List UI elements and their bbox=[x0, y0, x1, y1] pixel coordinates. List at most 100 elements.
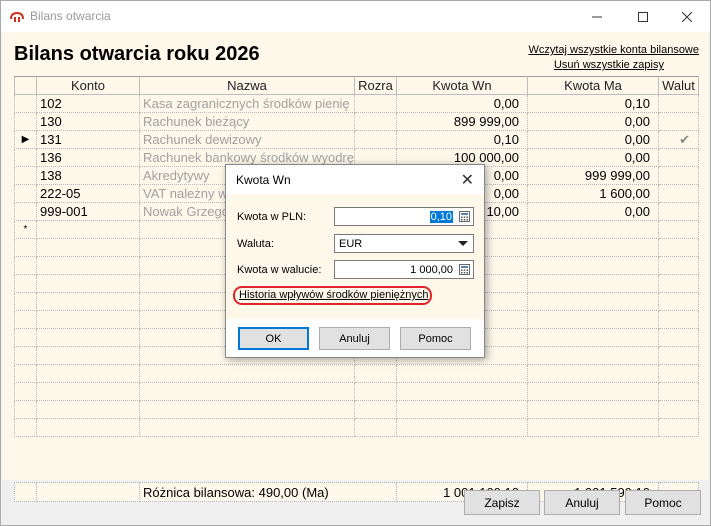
help-button[interactable]: Pomoc bbox=[625, 490, 701, 515]
kwota-ma-cell[interactable]: 0,00 bbox=[527, 130, 659, 149]
dialog-help-button[interactable]: Pomoc bbox=[400, 327, 471, 350]
kwota-ma-cell[interactable]: 0,00 bbox=[527, 112, 659, 131]
kwota-wn-cell[interactable] bbox=[396, 364, 528, 383]
konto-cell[interactable] bbox=[36, 256, 140, 275]
delete-all-entries-link[interactable]: Usuń wszystkie zapisy bbox=[554, 59, 664, 71]
title-bar[interactable]: Bilans otwarcia bbox=[1, 1, 710, 32]
konto-cell[interactable] bbox=[36, 238, 140, 257]
kwota-ma-cell[interactable]: 999 999,00 bbox=[527, 166, 659, 185]
nazwa-cell[interactable]: Rachunek bieżący bbox=[139, 112, 355, 131]
rozra-cell[interactable] bbox=[354, 112, 397, 131]
table-row[interactable]: 130 Rachunek bieżący 899 999,00 0,00 bbox=[14, 112, 699, 131]
header-konto[interactable]: Konto bbox=[36, 76, 140, 95]
kwota-ma-cell[interactable] bbox=[527, 220, 659, 239]
rozra-cell[interactable] bbox=[354, 382, 397, 401]
kwota-ma-cell[interactable] bbox=[527, 400, 659, 419]
save-button[interactable]: Zapisz bbox=[464, 490, 540, 515]
rozra-cell[interactable] bbox=[354, 130, 397, 149]
konto-cell[interactable] bbox=[36, 400, 140, 419]
walut-cell[interactable] bbox=[658, 400, 699, 419]
kwota-ma-cell[interactable] bbox=[527, 364, 659, 383]
table-row[interactable]: ▶ 131 Rachunek dewizowy 0,10 0,00 ✔ bbox=[14, 130, 699, 149]
empty-table-row[interactable] bbox=[14, 418, 699, 437]
kwota-ma-cell[interactable] bbox=[527, 418, 659, 437]
pln-amount-input[interactable]: 0,10 bbox=[334, 207, 474, 226]
cash-inflow-history-link[interactable]: Historia wpływów środków pieniężnych bbox=[239, 289, 429, 301]
konto-cell[interactable]: 999-001 bbox=[36, 202, 140, 221]
walut-cell[interactable]: ✔ bbox=[658, 130, 699, 149]
kwota-ma-cell[interactable] bbox=[527, 346, 659, 365]
kwota-ma-cell[interactable]: 0,00 bbox=[527, 202, 659, 221]
konto-cell[interactable]: 131 bbox=[36, 130, 140, 149]
header-rozra[interactable]: Rozra bbox=[354, 76, 397, 95]
konto-cell[interactable]: 130 bbox=[36, 112, 140, 131]
nazwa-cell[interactable]: Kasa zagranicznych środków pienię bbox=[139, 94, 355, 113]
maximize-button[interactable] bbox=[620, 1, 666, 32]
kwota-ma-cell[interactable] bbox=[527, 256, 659, 275]
kwota-ma-cell[interactable] bbox=[527, 292, 659, 311]
walut-cell[interactable] bbox=[658, 202, 699, 221]
kwota-wn-cell[interactable]: 899 999,00 bbox=[396, 112, 528, 131]
dialog-close-icon[interactable]: ✕ bbox=[461, 170, 474, 190]
walut-cell[interactable] bbox=[658, 166, 699, 185]
empty-table-row[interactable] bbox=[14, 382, 699, 401]
nazwa-cell[interactable] bbox=[139, 400, 355, 419]
konto-cell[interactable]: 138 bbox=[36, 166, 140, 185]
walut-cell[interactable] bbox=[658, 94, 699, 113]
kwota-wn-cell[interactable] bbox=[396, 418, 528, 437]
kwota-ma-cell[interactable] bbox=[527, 328, 659, 347]
walut-cell[interactable] bbox=[658, 220, 699, 239]
konto-cell[interactable]: 136 bbox=[36, 148, 140, 167]
kwota-wn-cell[interactable] bbox=[396, 382, 528, 401]
kwota-wn-cell[interactable]: 0,00 bbox=[396, 94, 528, 113]
nazwa-cell[interactable] bbox=[139, 418, 355, 437]
load-all-accounts-link[interactable]: Wczytaj wszystkie konta bilansowe bbox=[528, 44, 699, 56]
kwota-wn-cell[interactable]: 0,10 bbox=[396, 130, 528, 149]
walut-cell[interactable] bbox=[658, 256, 699, 275]
nazwa-cell[interactable] bbox=[139, 382, 355, 401]
kwota-ma-cell[interactable]: 0,00 bbox=[527, 148, 659, 167]
calculator-icon[interactable] bbox=[459, 211, 470, 222]
walut-cell[interactable] bbox=[658, 184, 699, 203]
nazwa-cell[interactable] bbox=[139, 364, 355, 383]
empty-table-row[interactable] bbox=[14, 364, 699, 383]
walut-cell[interactable] bbox=[658, 310, 699, 329]
konto-cell[interactable] bbox=[36, 292, 140, 311]
kwota-ma-cell[interactable] bbox=[527, 238, 659, 257]
rozra-cell[interactable] bbox=[354, 364, 397, 383]
empty-table-row[interactable] bbox=[14, 400, 699, 419]
kwota-ma-cell[interactable] bbox=[527, 310, 659, 329]
kwota-ma-cell[interactable]: 0,10 bbox=[527, 94, 659, 113]
konto-cell[interactable] bbox=[36, 382, 140, 401]
kwota-ma-cell[interactable]: 1 600,00 bbox=[527, 184, 659, 203]
walut-cell[interactable] bbox=[658, 346, 699, 365]
konto-cell[interactable] bbox=[36, 364, 140, 383]
calculator-icon[interactable] bbox=[459, 264, 470, 275]
dialog-cancel-button[interactable]: Anuluj bbox=[319, 327, 390, 350]
walut-cell[interactable] bbox=[658, 418, 699, 437]
header-walut[interactable]: Walut bbox=[658, 76, 699, 95]
cancel-button[interactable]: Anuluj bbox=[544, 490, 620, 515]
walut-cell[interactable] bbox=[658, 238, 699, 257]
konto-cell[interactable]: 222-05 bbox=[36, 184, 140, 203]
konto-cell[interactable] bbox=[36, 346, 140, 365]
nazwa-cell[interactable]: Rachunek dewizowy bbox=[139, 130, 355, 149]
table-row[interactable]: 102 Kasa zagranicznych środków pienię 0,00… bbox=[14, 94, 699, 113]
walut-cell[interactable] bbox=[658, 148, 699, 167]
konto-cell[interactable] bbox=[36, 274, 140, 293]
konto-cell[interactable] bbox=[36, 310, 140, 329]
currency-select[interactable]: EUR bbox=[334, 234, 474, 253]
konto-cell[interactable] bbox=[36, 220, 140, 239]
kwota-ma-cell[interactable] bbox=[527, 382, 659, 401]
konto-cell[interactable]: 102 bbox=[36, 94, 140, 113]
konto-cell[interactable] bbox=[36, 328, 140, 347]
close-button[interactable] bbox=[664, 1, 710, 32]
header-kwota-ma[interactable]: Kwota Ma bbox=[527, 76, 659, 95]
header-kwota-wn[interactable]: Kwota Wn bbox=[396, 76, 528, 95]
walut-cell[interactable] bbox=[658, 382, 699, 401]
dialog-ok-button[interactable]: OK bbox=[238, 327, 309, 350]
rozra-cell[interactable] bbox=[354, 400, 397, 419]
rozra-cell[interactable] bbox=[354, 94, 397, 113]
walut-cell[interactable] bbox=[658, 112, 699, 131]
rozra-cell[interactable] bbox=[354, 418, 397, 437]
